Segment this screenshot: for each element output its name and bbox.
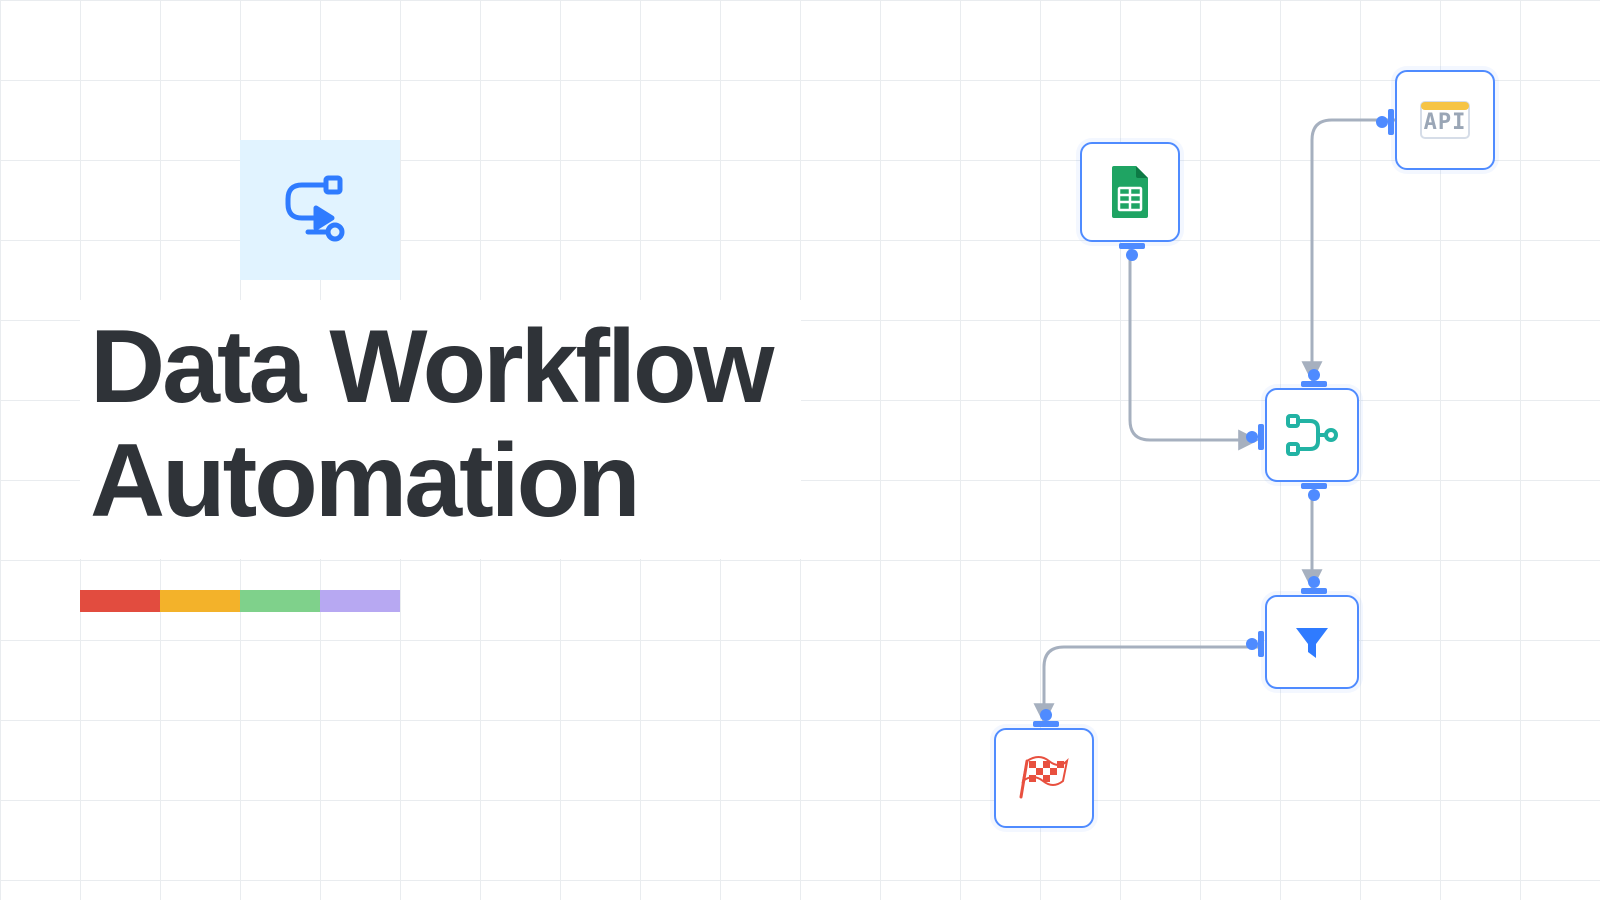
funnel-icon [1290,620,1334,664]
stripe-segment [160,590,240,612]
title-container: Data Workflow Automation [80,300,801,559]
stripe-segment [80,590,160,612]
flag-icon [1019,755,1069,801]
sheets-icon [1108,164,1152,220]
node-merge[interactable] [1265,388,1359,482]
api-label: API [1424,110,1467,135]
stripe-segment [240,590,320,612]
node-filter[interactable] [1265,595,1359,689]
merge-icon [1286,413,1338,457]
api-icon: API [1417,96,1473,144]
node-sheets[interactable] [1080,142,1180,242]
app-logo [240,140,400,280]
node-api[interactable]: API [1395,70,1495,170]
workflow-canvas[interactable]: Data Workflow Automation API [0,0,1600,900]
accent-stripe [80,590,400,612]
page-title: Data Workflow Automation [90,310,771,539]
node-finish[interactable] [994,728,1094,828]
workflow-logo-icon [282,174,358,246]
stripe-segment [320,590,400,612]
